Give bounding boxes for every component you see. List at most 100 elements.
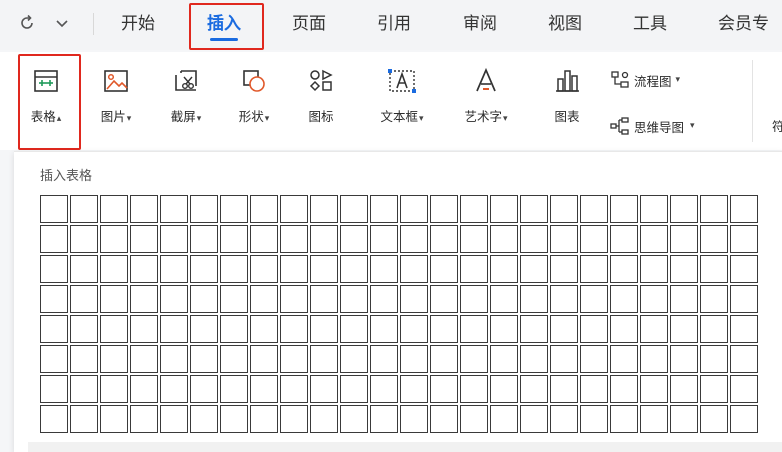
grid-cell[interactable]: [340, 315, 368, 343]
grid-cell[interactable]: [220, 375, 248, 403]
grid-cell[interactable]: [640, 375, 668, 403]
grid-cell[interactable]: [640, 285, 668, 313]
grid-cell[interactable]: [730, 285, 758, 313]
chevron-down-icon[interactable]: [55, 14, 69, 37]
grid-cell[interactable]: [250, 405, 278, 433]
grid-cell[interactable]: [550, 285, 578, 313]
grid-cell[interactable]: [730, 225, 758, 253]
grid-cell[interactable]: [100, 405, 128, 433]
grid-cell[interactable]: [670, 255, 698, 283]
grid-cell[interactable]: [220, 285, 248, 313]
grid-cell[interactable]: [640, 255, 668, 283]
grid-cell[interactable]: [130, 375, 158, 403]
screenshot-button[interactable]: 截屏▾: [158, 64, 214, 125]
mindmap-button[interactable]: 思维导图 ▾: [610, 116, 695, 136]
grid-cell[interactable]: [370, 255, 398, 283]
grid-cell[interactable]: [670, 225, 698, 253]
grid-cell[interactable]: [700, 405, 728, 433]
grid-cell[interactable]: [370, 405, 398, 433]
grid-cell[interactable]: [280, 285, 308, 313]
grid-cell[interactable]: [130, 315, 158, 343]
grid-cell[interactable]: [40, 405, 68, 433]
grid-cell[interactable]: [100, 195, 128, 223]
grid-cell[interactable]: [670, 405, 698, 433]
grid-cell[interactable]: [610, 255, 638, 283]
grid-cell[interactable]: [250, 315, 278, 343]
grid-cell[interactable]: [520, 195, 548, 223]
grid-cell[interactable]: [310, 195, 338, 223]
grid-cell[interactable]: [70, 315, 98, 343]
grid-cell[interactable]: [250, 195, 278, 223]
icons-button[interactable]: 图标: [296, 64, 346, 125]
grid-cell[interactable]: [250, 285, 278, 313]
grid-cell[interactable]: [160, 345, 188, 373]
grid-cell[interactable]: [190, 345, 218, 373]
chart-button[interactable]: 图表: [542, 64, 592, 125]
grid-cell[interactable]: [460, 345, 488, 373]
grid-cell[interactable]: [700, 345, 728, 373]
grid-cell[interactable]: [460, 315, 488, 343]
grid-cell[interactable]: [520, 225, 548, 253]
grid-cell[interactable]: [580, 345, 608, 373]
grid-cell[interactable]: [700, 225, 728, 253]
picture-button[interactable]: 图片▾: [88, 64, 144, 125]
grid-cell[interactable]: [130, 195, 158, 223]
grid-cell[interactable]: [430, 345, 458, 373]
grid-cell[interactable]: [490, 345, 518, 373]
grid-cell[interactable]: [370, 315, 398, 343]
grid-cell[interactable]: [550, 255, 578, 283]
grid-cell[interactable]: [130, 405, 158, 433]
grid-cell[interactable]: [340, 225, 368, 253]
grid-cell[interactable]: [70, 375, 98, 403]
grid-cell[interactable]: [700, 285, 728, 313]
grid-cell[interactable]: [310, 345, 338, 373]
grid-cell[interactable]: [490, 315, 518, 343]
grid-cell[interactable]: [610, 375, 638, 403]
grid-cell[interactable]: [70, 405, 98, 433]
grid-cell[interactable]: [280, 255, 308, 283]
grid-cell[interactable]: [550, 375, 578, 403]
grid-cell[interactable]: [190, 375, 218, 403]
grid-cell[interactable]: [520, 405, 548, 433]
grid-cell[interactable]: [40, 255, 68, 283]
grid-cell[interactable]: [250, 255, 278, 283]
grid-cell[interactable]: [520, 285, 548, 313]
grid-cell[interactable]: [520, 255, 548, 283]
grid-cell[interactable]: [190, 405, 218, 433]
grid-cell[interactable]: [40, 345, 68, 373]
grid-cell[interactable]: [490, 255, 518, 283]
grid-cell[interactable]: [340, 405, 368, 433]
tab-tools[interactable]: 工具: [633, 10, 667, 38]
grid-cell[interactable]: [700, 375, 728, 403]
grid-cell[interactable]: [130, 345, 158, 373]
grid-cell[interactable]: [310, 375, 338, 403]
grid-cell[interactable]: [130, 285, 158, 313]
grid-cell[interactable]: [220, 315, 248, 343]
grid-cell[interactable]: [40, 225, 68, 253]
grid-cell[interactable]: [670, 375, 698, 403]
grid-cell[interactable]: [700, 315, 728, 343]
grid-cell[interactable]: [280, 405, 308, 433]
grid-cell[interactable]: [400, 405, 428, 433]
grid-cell[interactable]: [250, 345, 278, 373]
grid-cell[interactable]: [670, 285, 698, 313]
grid-cell[interactable]: [730, 405, 758, 433]
grid-cell[interactable]: [430, 315, 458, 343]
grid-cell[interactable]: [190, 225, 218, 253]
grid-cell[interactable]: [460, 285, 488, 313]
table-size-grid[interactable]: [40, 195, 758, 433]
grid-cell[interactable]: [640, 195, 668, 223]
flowchart-button[interactable]: 流程图 ▾: [610, 70, 680, 90]
grid-cell[interactable]: [250, 225, 278, 253]
grid-cell[interactable]: [730, 375, 758, 403]
grid-cell[interactable]: [310, 315, 338, 343]
grid-cell[interactable]: [340, 195, 368, 223]
grid-cell[interactable]: [250, 375, 278, 403]
grid-cell[interactable]: [430, 225, 458, 253]
shapes-button[interactable]: 形状▾: [226, 64, 282, 125]
tab-references[interactable]: 引用: [377, 10, 411, 38]
grid-cell[interactable]: [580, 405, 608, 433]
grid-cell[interactable]: [580, 315, 608, 343]
textbox-button[interactable]: 文本框▾: [366, 64, 438, 125]
grid-cell[interactable]: [520, 345, 548, 373]
